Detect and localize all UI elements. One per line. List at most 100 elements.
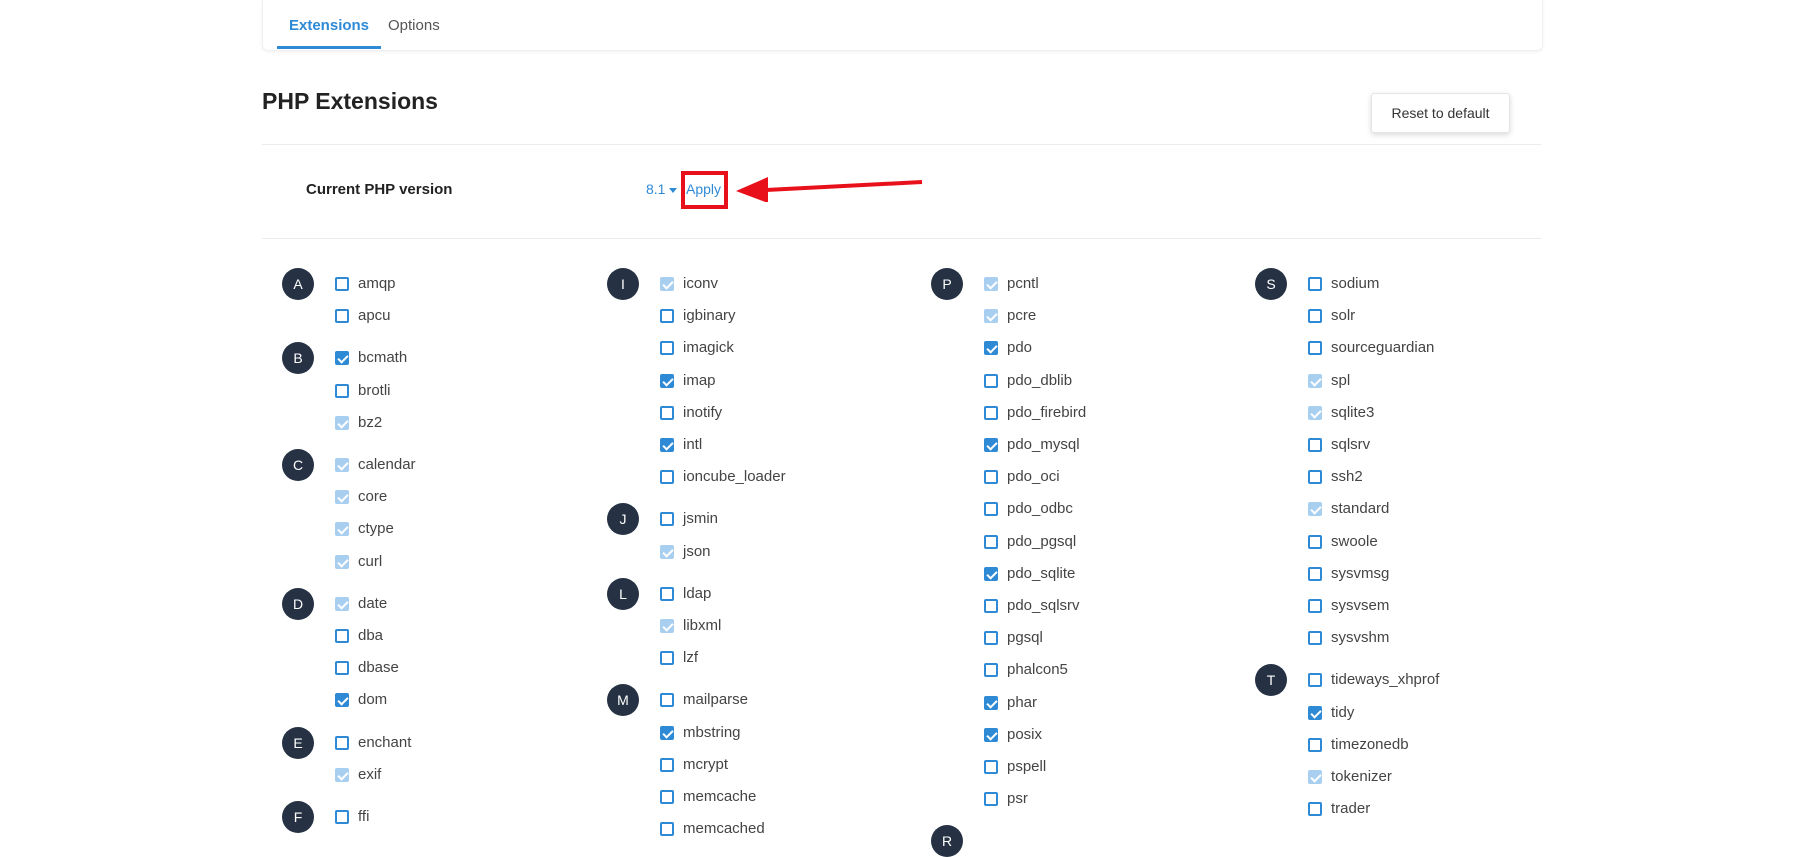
extension-checkbox[interactable]	[1308, 705, 1322, 720]
extension-checkbox[interactable]	[984, 534, 998, 549]
current-php-version-label: Current PHP version	[306, 181, 453, 198]
extension-label: pdo_dblib	[1007, 371, 1073, 389]
extension-checkbox[interactable]	[660, 470, 674, 485]
extension-label: date	[358, 594, 388, 612]
extension-checkbox[interactable]	[1308, 341, 1322, 356]
tab-bar: Extensions Options	[262, 0, 1543, 51]
extension-label: ctype	[358, 520, 394, 538]
extension-checkbox[interactable]	[335, 735, 349, 750]
extension-checkbox	[335, 458, 349, 472]
extension-checkbox[interactable]	[660, 341, 674, 356]
extension-label: core	[358, 488, 388, 506]
extension-checkbox[interactable]	[984, 566, 998, 581]
extension-checkbox[interactable]	[660, 757, 674, 772]
extension-checkbox[interactable]	[660, 373, 674, 388]
letter-badge-s: S	[1255, 268, 1287, 300]
extension-label: sqlsrv	[1331, 436, 1371, 453]
extension-label: sqlite3	[1331, 403, 1375, 421]
extension-checkbox[interactable]	[335, 810, 349, 824]
extension-checkbox[interactable]	[660, 309, 674, 324]
extension-checkbox[interactable]	[1308, 673, 1322, 688]
extension-label: mbstring	[683, 723, 741, 741]
tab-options[interactable]: Options	[388, 0, 440, 48]
extension-checkbox[interactable]	[1308, 438, 1322, 452]
extension-checkbox[interactable]	[1308, 631, 1322, 646]
extension-label: spl	[1331, 371, 1351, 389]
extension-checkbox[interactable]	[984, 663, 998, 678]
extension-label: standard	[1331, 500, 1390, 518]
extension-checkbox[interactable]	[984, 727, 998, 742]
extension-checkbox[interactable]	[1308, 534, 1322, 549]
annotation-highlight-box	[681, 171, 728, 209]
letter-badge-f: F	[282, 801, 314, 833]
extension-checkbox[interactable]	[984, 341, 998, 356]
extension-label: phar	[1007, 693, 1038, 711]
extension-checkbox[interactable]	[1308, 802, 1322, 817]
extension-label: apcu	[358, 307, 391, 325]
extension-checkbox	[984, 309, 998, 324]
extension-checkbox[interactable]	[660, 405, 674, 420]
extension-checkbox[interactable]	[1308, 470, 1322, 485]
extension-label: dba	[358, 627, 384, 644]
reset-to-default-button[interactable]: Reset to default	[1371, 93, 1510, 133]
tab-extensions[interactable]: Extensions	[277, 0, 382, 49]
extension-checkbox[interactable]	[984, 631, 998, 646]
extension-checkbox[interactable]	[660, 438, 674, 452]
extension-label: calendar	[358, 456, 416, 473]
extension-checkbox[interactable]	[984, 405, 998, 420]
extension-label: phalcon5	[1007, 661, 1068, 679]
extension-checkbox[interactable]	[1308, 737, 1322, 752]
extension-checkbox	[335, 767, 349, 782]
extension-checkbox[interactable]	[984, 470, 998, 485]
extension-checkbox	[335, 596, 349, 611]
extension-checkbox[interactable]	[660, 586, 674, 601]
extension-label: posix	[1007, 725, 1043, 743]
extension-checkbox[interactable]	[984, 695, 998, 710]
extension-label: inotify	[683, 403, 723, 421]
extension-checkbox[interactable]	[335, 277, 349, 291]
extension-label: trader	[1331, 800, 1371, 818]
extension-checkbox[interactable]	[984, 599, 998, 613]
extension-checkbox	[335, 490, 349, 505]
extension-label: sysvsem	[1331, 597, 1390, 614]
extension-checkbox[interactable]	[984, 438, 998, 452]
extension-checkbox[interactable]	[660, 651, 674, 666]
extension-label: pspell	[1007, 758, 1047, 775]
divider	[262, 144, 1541, 145]
extension-checkbox[interactable]	[984, 502, 998, 517]
extension-checkbox[interactable]	[335, 309, 349, 324]
php-version-dropdown[interactable]: 8.1	[646, 181, 678, 197]
extension-checkbox[interactable]	[1308, 599, 1322, 613]
letter-badge-t: T	[1255, 664, 1287, 697]
extension-checkbox[interactable]	[335, 629, 349, 643]
extension-checkbox[interactable]	[1308, 309, 1322, 324]
extension-checkbox[interactable]	[1308, 277, 1322, 291]
extension-checkbox	[335, 554, 349, 569]
extension-checkbox[interactable]	[660, 512, 674, 527]
extension-checkbox	[335, 522, 349, 537]
extension-checkbox[interactable]	[984, 373, 998, 388]
extension-checkbox[interactable]	[1308, 566, 1322, 581]
extension-checkbox[interactable]	[660, 725, 674, 740]
extension-label: ssh2	[1331, 468, 1363, 486]
extension-label: lzf	[683, 649, 698, 667]
extension-checkbox[interactable]	[335, 351, 349, 366]
extension-label: pdo	[1007, 339, 1033, 357]
extension-checkbox[interactable]	[660, 790, 674, 804]
extension-label: pdo_mysql	[1007, 436, 1080, 453]
extension-label: mcrypt	[683, 755, 728, 773]
extension-label: swoole	[1331, 532, 1378, 550]
extension-checkbox[interactable]	[660, 822, 674, 837]
extension-checkbox[interactable]	[335, 661, 349, 676]
extension-checkbox[interactable]	[335, 693, 349, 708]
extension-label: igbinary	[683, 307, 736, 325]
extension-checkbox[interactable]	[984, 760, 998, 774]
letter-badge-b: B	[282, 342, 314, 375]
extension-checkbox[interactable]	[660, 693, 674, 708]
extension-checkbox[interactable]	[984, 792, 998, 807]
extension-checkbox	[1308, 502, 1322, 517]
extension-label: sourceguardian	[1331, 339, 1435, 357]
extension-checkbox[interactable]	[335, 383, 349, 398]
extension-label: bz2	[358, 413, 383, 431]
extension-label: json	[683, 542, 711, 560]
